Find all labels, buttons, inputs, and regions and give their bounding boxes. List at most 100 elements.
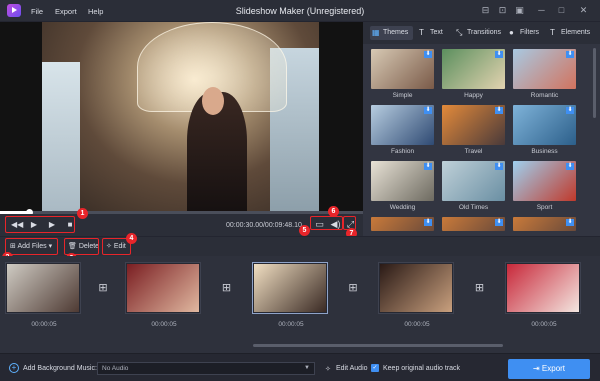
timeline-clip[interactable]: 00:00:05: [505, 262, 581, 328]
maximize-icon[interactable]: □: [556, 5, 567, 16]
theme-name: Happy: [464, 92, 483, 99]
theme-item[interactable]: ⬇ Happy: [442, 49, 505, 99]
tab-transitions[interactable]: ⤡ Transitions: [454, 26, 501, 40]
theme-item[interactable]: ⬇ Simple: [371, 49, 434, 99]
timeline-clip[interactable]: 00:00:05: [252, 262, 328, 328]
theme-item[interactable]: ⬇ Wedding: [371, 161, 434, 211]
bottom-bar: + Add Background Music: No Audio ▼ ✧ Edi…: [0, 353, 600, 381]
theme-thumbnail: ⬇: [371, 105, 434, 145]
keep-audio-checkbox[interactable]: ✓: [371, 364, 379, 372]
timeline-clip[interactable]: 00:00:05: [378, 262, 454, 328]
download-icon[interactable]: ⬇: [424, 51, 432, 58]
download-icon[interactable]: ⬇: [566, 107, 574, 114]
clip-duration: 00:00:05: [278, 321, 304, 328]
theme-name: Business: [531, 148, 558, 155]
download-icon[interactable]: ⬇: [424, 163, 432, 170]
audio-select[interactable]: No Audio ▼: [97, 362, 315, 375]
add-music-icon[interactable]: +: [9, 363, 19, 373]
badge-1: 1: [77, 208, 88, 219]
tab-themes[interactable]: ▦ Themes: [370, 26, 414, 40]
callout-add-files: [5, 238, 58, 255]
download-icon[interactable]: ⬇: [424, 107, 432, 114]
minimize-icon[interactable]: ─: [536, 5, 547, 16]
key-icon[interactable]: ⊡: [497, 5, 508, 16]
tab-elements[interactable]: T Elements: [548, 26, 590, 40]
download-icon[interactable]: ⬇: [566, 219, 574, 226]
themes-icon: ▦: [372, 28, 380, 37]
clip-duration: 00:00:05: [531, 321, 557, 328]
theme-item[interactable]: ⬇ Sport: [513, 161, 576, 211]
timecode: 00:00:30.00/00:09:48.10: [226, 222, 302, 229]
themes-scrollbar[interactable]: [593, 48, 596, 118]
transition-slot-icon[interactable]: ⊞: [220, 281, 234, 295]
transition-slot-icon[interactable]: ⊞: [346, 281, 360, 295]
download-icon[interactable]: ⬇: [495, 219, 503, 226]
clip-duration: 00:00:05: [31, 321, 57, 328]
theme-name: Simple: [392, 92, 413, 99]
clip-duration: 00:00:05: [404, 321, 430, 328]
clip-thumbnail: [507, 264, 579, 312]
theme-name: Fashion: [390, 148, 415, 155]
download-icon[interactable]: ⬇: [566, 163, 574, 170]
download-icon[interactable]: ⬇: [495, 51, 503, 58]
tab-bar: ▦ Themes T Text ⤡ Transitions ● Filters T Ele…: [363, 22, 600, 44]
transitions-icon: ⤡: [456, 28, 463, 37]
theme-item[interactable]: ⬇: [513, 217, 576, 231]
theme-name: Old Times: [458, 204, 489, 211]
callout-playback: [5, 216, 75, 233]
theme-thumbnail: ⬇: [371, 161, 434, 201]
theme-thumbnail: ⬇: [442, 49, 505, 89]
timeline-clip[interactable]: 00:00:05: [5, 262, 81, 328]
timeline-scrollbar[interactable]: [253, 344, 503, 347]
tab-text[interactable]: T Text: [417, 26, 443, 40]
download-icon[interactable]: ⬇: [424, 219, 432, 226]
theme-item[interactable]: ⬇ Travel: [442, 105, 505, 155]
theme-thumbnail: ⬇: [513, 217, 576, 231]
transition-slot-icon[interactable]: ⊞: [473, 281, 487, 295]
edit-audio-button[interactable]: Edit Audio: [336, 365, 368, 372]
theme-item[interactable]: ⬇: [442, 217, 505, 231]
theme-item[interactable]: ⬇ Fashion: [371, 105, 434, 155]
audio-select-value: No Audio: [102, 365, 129, 372]
elements-icon: T: [550, 28, 555, 37]
text-icon: T: [419, 28, 424, 37]
effects-panel: ▦ Themes T Text ⤡ Transitions ● Filters T Ele…: [363, 22, 600, 236]
theme-item[interactable]: ⬇ Old Times: [442, 161, 505, 211]
window-title: Slideshow Maker (Unregistered): [235, 6, 365, 16]
cart-icon[interactable]: ⊟: [480, 5, 491, 16]
clip-thumbnail: [7, 264, 79, 312]
theme-thumbnail: ⬇: [442, 105, 505, 145]
preview-image: [42, 22, 319, 214]
badge-4: 4: [126, 233, 137, 244]
transition-slot-icon[interactable]: ⊞: [96, 281, 110, 295]
tab-filters[interactable]: ● Filters: [507, 26, 539, 40]
clip-thumbnail: [127, 264, 199, 312]
title-bar: File Export Help Slideshow Maker (Unregi…: [0, 0, 600, 22]
timeline-clip[interactable]: 00:00:05: [125, 262, 201, 328]
theme-item[interactable]: ⬇ Romantic: [513, 49, 576, 99]
theme-thumbnail: ⬇: [442, 161, 505, 201]
theme-thumbnail: ⬇: [442, 217, 505, 231]
chat-icon[interactable]: ▣: [514, 5, 525, 16]
theme-name: Romantic: [530, 92, 559, 99]
export-button[interactable]: ⇥ Export: [508, 359, 590, 379]
add-music-label: Add Background Music:: [23, 365, 97, 372]
download-icon[interactable]: ⬇: [495, 163, 503, 170]
clip-thumbnail: [254, 264, 326, 312]
theme-thumbnail: ⬇: [513, 105, 576, 145]
download-icon[interactable]: ⬇: [495, 107, 503, 114]
close-icon[interactable]: ✕: [578, 5, 589, 16]
edit-audio-icon[interactable]: ✧: [325, 365, 331, 373]
theme-thumbnail: ⬇: [371, 49, 434, 89]
timeline: 00:00:05 ⊞ 00:00:05 ⊞ 00:00:05 ⊞ 00:00:05 ⊞ 00:0…: [0, 256, 600, 353]
theme-thumbnail: ⬇: [513, 49, 576, 89]
badge-5: 5: [299, 225, 310, 236]
theme-thumbnail: ⬇: [371, 217, 434, 231]
theme-item[interactable]: ⬇ Business: [513, 105, 576, 155]
theme-thumbnail: ⬇: [513, 161, 576, 201]
filters-icon: ●: [509, 28, 514, 37]
clip-thumbnail: [380, 264, 452, 312]
download-icon[interactable]: ⬇: [566, 51, 574, 58]
theme-name: Wedding: [389, 204, 416, 211]
theme-item[interactable]: ⬇: [371, 217, 434, 231]
